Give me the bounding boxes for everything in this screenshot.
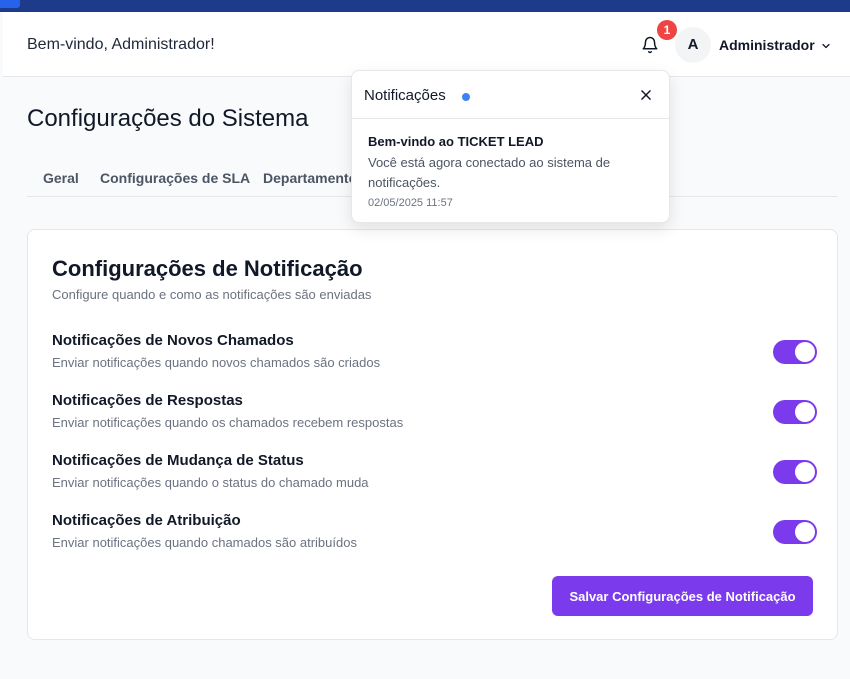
- top-bar-corner: [0, 0, 20, 8]
- setting-assignment: Notificações de Atribuição Enviar notifi…: [52, 512, 817, 554]
- page-title: Configurações do Sistema: [27, 105, 309, 132]
- notification-title: Bem-vindo ao TICKET LEAD: [368, 134, 544, 149]
- setting-status-change: Notificações de Mudança de Status Enviar…: [52, 452, 817, 494]
- unread-dot: [462, 93, 470, 101]
- chevron-down-icon[interactable]: [820, 40, 832, 52]
- bell-icon[interactable]: [641, 36, 659, 54]
- header: Bem-vindo, Administrador! 1 A Administra…: [3, 12, 850, 77]
- notification-message: Você está agora conectado ao sistema de …: [368, 155, 611, 190]
- tab-geral[interactable]: Geral: [43, 170, 79, 186]
- toggle-knob: [795, 462, 815, 482]
- toggle-knob: [795, 402, 815, 422]
- status-change-toggle[interactable]: [773, 460, 817, 484]
- welcome-message: Bem-vindo, Administrador!: [27, 36, 215, 53]
- setting-description: Enviar notificações quando os chamados r…: [52, 415, 404, 430]
- setting-description: Enviar notificações quando chamados são …: [52, 535, 357, 550]
- top-bar: [0, 0, 850, 12]
- setting-description: Enviar notificações quando o status do c…: [52, 475, 369, 490]
- toggle-knob: [795, 522, 815, 542]
- card-subtitle: Configure quando e como as notificações …: [52, 287, 372, 302]
- setting-title: Notificações de Mudança de Status: [52, 452, 304, 469]
- setting-new-tickets: Notificações de Novos Chamados Enviar no…: [52, 332, 817, 374]
- replies-toggle[interactable]: [773, 400, 817, 424]
- popover-header: Notificações: [352, 71, 669, 119]
- close-icon[interactable]: [639, 88, 653, 102]
- setting-description: Enviar notificações quando novos chamado…: [52, 355, 381, 370]
- tab-departamentos[interactable]: Departamentos: [263, 170, 365, 186]
- notification-count-badge: 1: [657, 20, 677, 40]
- popover-title: Notificações: [364, 87, 446, 104]
- new-tickets-toggle[interactable]: [773, 340, 817, 364]
- notifications-popover: Notificações Bem-vindo ao TICKET LEAD Vo…: [351, 70, 670, 223]
- setting-replies: Notificações de Respostas Enviar notific…: [52, 392, 817, 434]
- avatar[interactable]: A: [675, 27, 711, 63]
- save-notification-settings-button[interactable]: Salvar Configurações de Notificação: [552, 576, 813, 616]
- notification-time: 02/05/2025 11:57: [368, 197, 453, 209]
- assignment-toggle[interactable]: [773, 520, 817, 544]
- setting-title: Notificações de Atribuição: [52, 512, 241, 529]
- card-title: Configurações de Notificação: [52, 256, 363, 281]
- setting-title: Notificações de Respostas: [52, 392, 243, 409]
- toggle-knob: [795, 342, 815, 362]
- setting-title: Notificações de Novos Chamados: [52, 332, 294, 349]
- tab-sla[interactable]: Configurações de SLA: [100, 170, 250, 186]
- username[interactable]: Administrador: [719, 37, 815, 53]
- notification-settings-card: Configurações de Notificação Configure q…: [27, 229, 838, 640]
